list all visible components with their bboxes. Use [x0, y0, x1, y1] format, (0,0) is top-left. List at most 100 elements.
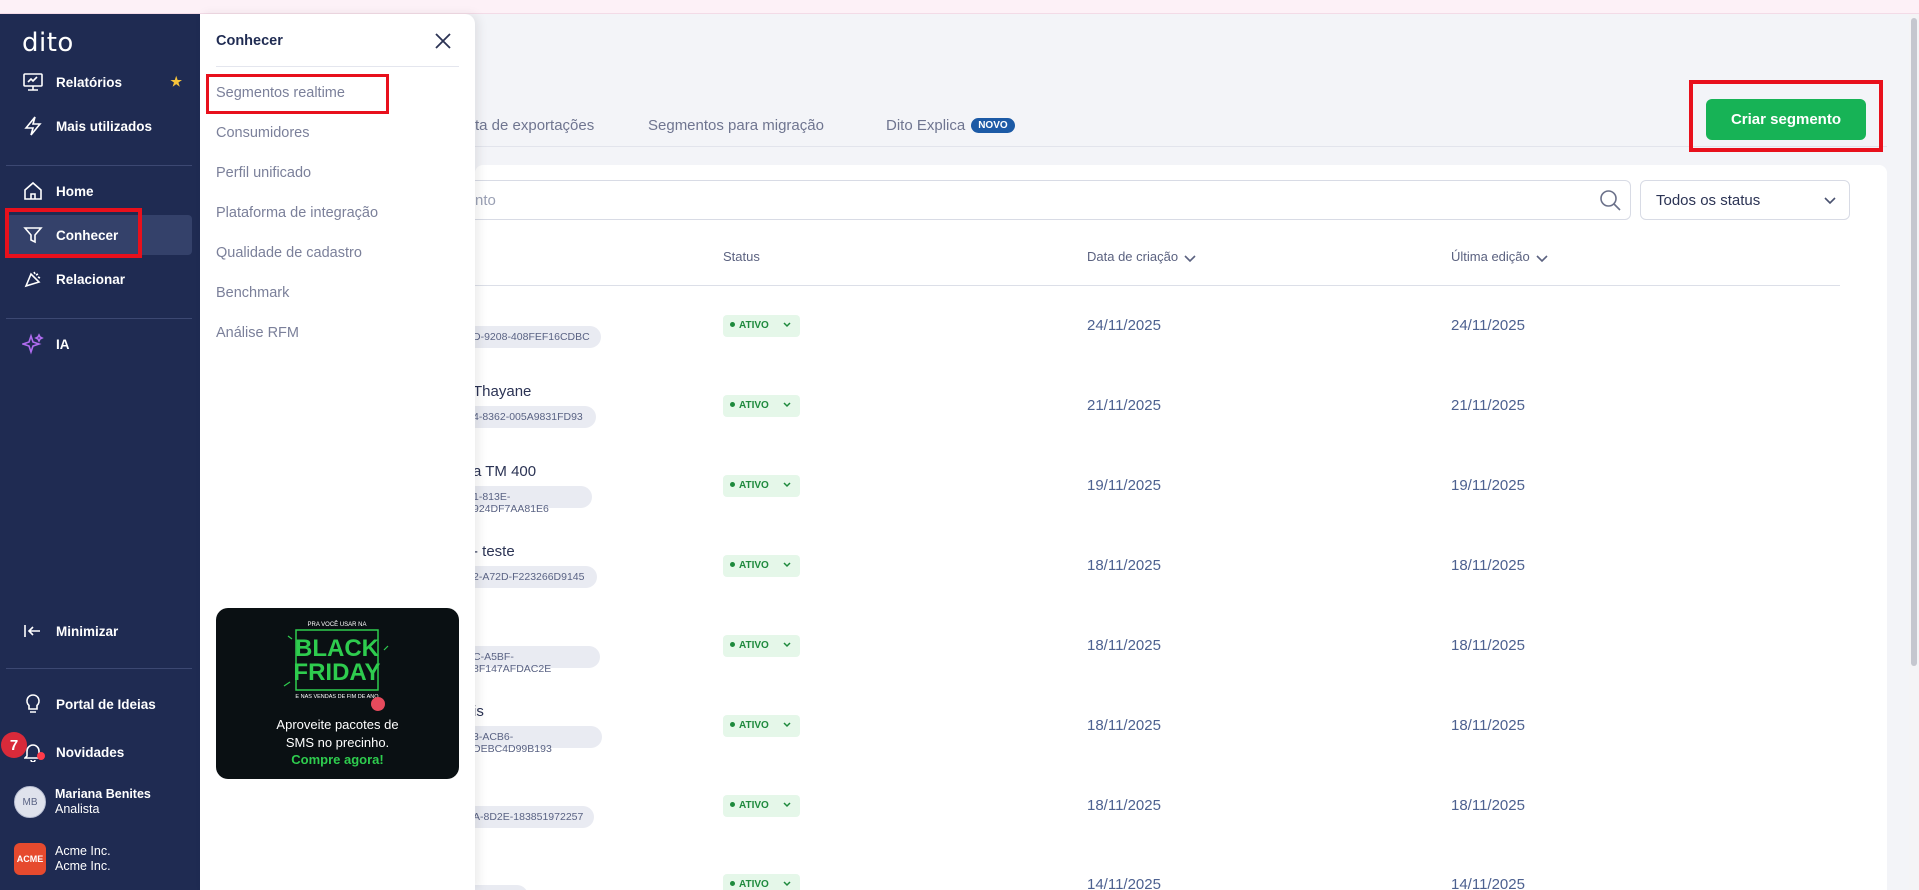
status-badge[interactable]: ATIVO — [723, 395, 800, 417]
sidebar-item-label: Novidades — [56, 744, 125, 760]
svg-text:E NAS VENDAS DE FIM DE ANO: E NAS VENDAS DE FIM DE ANO — [295, 694, 379, 700]
lightbulb-icon — [22, 693, 44, 715]
sidebar-item-label: IA — [56, 336, 70, 352]
edited-date: 18/11/2025 — [1451, 557, 1525, 574]
search-input[interactable]: nto — [475, 180, 1631, 220]
sidebar-item-mais-utilizados[interactable]: Mais utilizados — [6, 106, 192, 146]
segment-name[interactable]: Thayane — [473, 383, 531, 400]
star-icon: ★ — [170, 74, 182, 89]
sidebar-item-portal-de-ideias[interactable]: Portal de Ideias — [6, 684, 192, 724]
lightning-icon — [22, 115, 44, 137]
created-date: 14/11/2025 — [1087, 876, 1161, 890]
avatar: MB — [14, 786, 46, 818]
tab-segmentos-migracao[interactable]: Segmentos para migração — [648, 117, 824, 134]
segment-name[interactable]: - teste — [473, 543, 515, 560]
status-filter-select[interactable]: Todos os status — [1640, 180, 1850, 220]
black-friday-graphic: PRA VOCÊ USAR NA BLACK FRIDAY E NAS VEND… — [283, 620, 389, 711]
svg-text:FRIDAY: FRIDAY — [293, 659, 380, 686]
search-icon[interactable] — [1599, 189, 1621, 211]
tabs-divider — [475, 146, 1887, 147]
edited-date: 18/11/2025 — [1451, 637, 1525, 654]
flyout-item-plataforma-integracao[interactable]: Plataforma de integração — [216, 205, 378, 221]
close-icon[interactable] — [434, 32, 452, 50]
sidebar-item-label: Home — [56, 183, 94, 199]
status-badge[interactable]: ATIVO — [723, 315, 800, 337]
sidebar-item-home[interactable]: Home — [6, 171, 192, 211]
user-role: Analista — [55, 802, 100, 816]
sidebar: dito Relatórios ★ Mais utilizados Home C… — [0, 14, 200, 890]
account-name: Acme Inc. — [55, 844, 111, 858]
divider — [6, 165, 192, 166]
segment-id: 1-813E-924DF7AA81E6 — [468, 486, 592, 515]
segment-id: 2-A72D-F223266D9145 — [468, 566, 597, 588]
sidebar-item-label: Relacionar — [56, 271, 126, 287]
chevron-down-icon — [1536, 254, 1548, 262]
divider — [6, 668, 192, 669]
edited-date: 19/11/2025 — [1451, 477, 1525, 494]
minimize-button[interactable]: Minimizar — [6, 611, 192, 651]
svg-text:PRA VOCÊ USAR NA: PRA VOCÊ USAR NA — [307, 620, 366, 628]
status-badge[interactable]: ATIVO — [723, 715, 800, 737]
highlight-box — [206, 74, 389, 114]
unread-dot — [37, 752, 45, 760]
acme-logo: ACME — [14, 843, 46, 875]
column-header-status: Status — [723, 249, 760, 264]
account-switcher[interactable]: ACME Acme Inc. Acme Inc. — [14, 843, 111, 875]
user-profile[interactable]: MB Mariana Benites Analista — [14, 786, 151, 818]
home-icon — [22, 180, 44, 202]
column-header-label: Última edição — [1451, 249, 1530, 264]
segment-id: 4-8362-005A9831FD93 — [468, 406, 596, 428]
black-friday-promo[interactable]: PRA VOCÊ USAR NA BLACK FRIDAY E NAS VEND… — [216, 608, 459, 779]
flyout-item-perfil-unificado[interactable]: Perfil unificado — [216, 165, 311, 181]
divider — [216, 66, 459, 67]
created-date: 19/11/2025 — [1087, 477, 1161, 494]
megaphone-icon — [22, 268, 44, 290]
sidebar-item-label: Portal de Ideias — [56, 696, 156, 712]
status-badge[interactable]: ATIVO — [723, 795, 800, 817]
tab-exportacoes[interactable]: ta de exportações — [475, 117, 594, 134]
segment-name[interactable]: a TM 400 — [473, 463, 536, 480]
scrollbar-thumb[interactable] — [1911, 18, 1917, 666]
highlight-box — [1689, 80, 1883, 152]
promo-text: Aproveite pacotes de SMS no precinho. — [276, 717, 399, 750]
sidebar-item-label: Mais utilizados — [56, 118, 153, 134]
sidebar-item-label: Relatórios — [56, 74, 123, 90]
sidebar-item-novidades[interactable]: Novidades — [6, 732, 192, 772]
svg-text:BLACK: BLACK — [295, 635, 380, 662]
status-badge[interactable]: ATIVO — [723, 475, 800, 497]
dito-logo[interactable]: dito — [22, 28, 74, 58]
tab-label: Dito Explica — [886, 117, 966, 134]
created-date: 18/11/2025 — [1087, 717, 1161, 734]
flyout-item-benchmark[interactable]: Benchmark — [216, 285, 289, 301]
user-name: Mariana Benites — [55, 787, 151, 801]
flyout-item-analise-rfm[interactable]: Análise RFM — [216, 325, 299, 341]
status-filter-value: Todos os status — [1656, 192, 1761, 209]
status-badge[interactable]: ATIVO — [723, 555, 800, 577]
edited-date: 18/11/2025 — [1451, 797, 1525, 814]
flyout-item-qualidade-cadastro[interactable]: Qualidade de cadastro — [216, 245, 362, 261]
edited-date: 18/11/2025 — [1451, 717, 1525, 734]
created-date: 18/11/2025 — [1087, 557, 1161, 574]
promo-cta-link[interactable]: Compre agora! — [216, 752, 459, 767]
sparkles-icon — [22, 333, 44, 355]
sidebar-item-relatorios[interactable]: Relatórios ★ — [6, 62, 192, 102]
created-date: 18/11/2025 — [1087, 797, 1161, 814]
created-date: 18/11/2025 — [1087, 637, 1161, 654]
column-header-created[interactable]: Data de criação — [1087, 249, 1196, 264]
conhecer-flyout-menu: Conhecer Segmentos realtime Consumidores… — [200, 14, 475, 890]
status-badge[interactable]: ATIVO — [723, 635, 800, 657]
status-badge[interactable]: ATIVO — [723, 874, 800, 890]
tab-dito-explica[interactable]: Dito Explica NOVO — [886, 117, 1015, 134]
sidebar-item-ia[interactable]: IA — [6, 324, 192, 364]
chevron-down-icon — [1184, 254, 1196, 262]
highlight-box — [5, 208, 142, 258]
segment-id: D-9208-408FEF16CDBC — [468, 326, 601, 348]
column-header-edited[interactable]: Última edição — [1451, 249, 1548, 264]
sidebar-item-relacionar[interactable]: Relacionar — [6, 259, 192, 299]
created-date: 21/11/2025 — [1087, 397, 1161, 414]
flyout-item-consumidores[interactable]: Consumidores — [216, 125, 310, 141]
account-sub: Acme Inc. — [55, 859, 111, 873]
table-header-divider — [475, 285, 1840, 286]
collapse-icon — [22, 620, 44, 642]
report-icon — [22, 71, 44, 93]
